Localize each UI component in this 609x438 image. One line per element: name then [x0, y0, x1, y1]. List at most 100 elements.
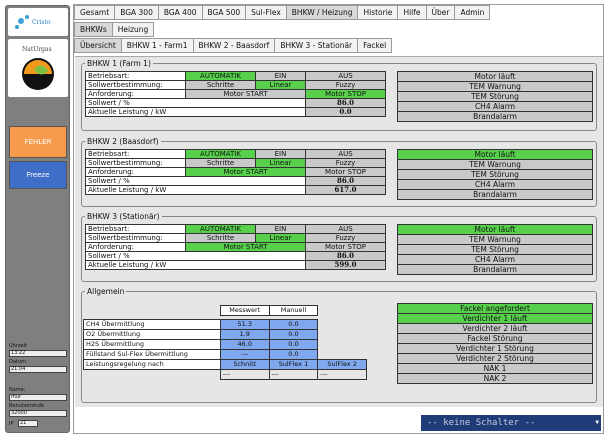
- schritte-button[interactable]: Schritte: [185, 80, 256, 90]
- tab-fackel[interactable]: Fackel: [357, 38, 393, 53]
- tab-bhkws[interactable]: BHKWs: [74, 22, 113, 37]
- fuzzy-button[interactable]: Fuzzy: [305, 233, 386, 243]
- anforderung-label: Anforderung:: [85, 89, 186, 99]
- table-row: Sollwertbestimmung: Schritte Linear Fuzz…: [85, 233, 386, 243]
- chevron-down-icon: ▼: [595, 419, 599, 426]
- motor-stop-button[interactable]: Motor STOP: [305, 89, 386, 99]
- table-row: CH4 Alarm: [397, 101, 593, 112]
- tab-bhkw-2[interactable]: BHKW 2 - Baasdorf: [192, 38, 276, 53]
- cristo-logo-icon: Cristo: [15, 15, 51, 29]
- logo-top: Cristo: [8, 8, 68, 36]
- status-indicator: CH4 Alarm: [397, 101, 593, 112]
- status-indicator: Fackel angefordert: [397, 303, 593, 314]
- table-row: TEM Warnung: [397, 159, 593, 170]
- ein-button[interactable]: EIN: [255, 149, 306, 159]
- tab-bhkw-1[interactable]: BHKW 1 - Farm1: [120, 38, 194, 53]
- cell-empty: [318, 330, 367, 340]
- tab-bga-500[interactable]: BGA 500: [201, 5, 247, 20]
- leistung-value: 599.0: [305, 260, 386, 270]
- tab-bhkw-heizung[interactable]: BHKW / Heizung: [285, 5, 359, 20]
- regel-schnitt-button[interactable]: Schnitt: [219, 359, 270, 370]
- motor-stop-button[interactable]: Motor STOP: [305, 167, 386, 177]
- ein-button[interactable]: EIN: [255, 71, 306, 81]
- fuzzy-button[interactable]: Fuzzy: [305, 80, 386, 90]
- status-indicator: Brandalarm: [397, 189, 593, 200]
- table-row: Aktuelle Leistung / kW 0.0: [85, 107, 386, 117]
- linear-button[interactable]: Linear: [255, 80, 306, 90]
- manuell-field[interactable]: 0.0: [268, 329, 319, 340]
- tab-hilfe[interactable]: Hilfe: [397, 5, 427, 20]
- tab-bhkw-3[interactable]: BHKW 3 - Stationär: [274, 38, 359, 53]
- col-manuell: Manuell: [268, 305, 319, 316]
- linear-button[interactable]: Linear: [255, 158, 306, 168]
- overview-content: BHKW 1 (Farm 1) Betriebsart: AUTOMATIK E…: [75, 56, 603, 407]
- motor-start-button[interactable]: Motor START: [185, 89, 306, 99]
- manuell-field[interactable]: 0.0: [268, 349, 319, 360]
- aus-button[interactable]: AUS: [305, 149, 386, 159]
- freeze-button[interactable]: Freeze: [9, 161, 67, 189]
- automatik-button[interactable]: AUTOMATIK: [185, 149, 256, 159]
- sollwert-label: Sollwert / %: [85, 251, 306, 261]
- cell-empty: [318, 340, 367, 350]
- tab-historie[interactable]: Historie: [357, 5, 399, 20]
- regel-sulflex1-button[interactable]: SulFlex 1: [268, 359, 319, 370]
- manuell-field[interactable]: 0.0: [268, 319, 319, 330]
- motor-stop-button[interactable]: Motor STOP: [305, 242, 386, 252]
- table-row: Verdichter 2 Störung: [397, 353, 593, 364]
- tab-uebersicht[interactable]: Übersicht: [74, 38, 122, 53]
- table-row: TEM Warnung: [397, 81, 593, 92]
- leistung-value: 617.0: [305, 185, 386, 195]
- fuzzy-button[interactable]: Fuzzy: [305, 158, 386, 168]
- messwert-field[interactable]: 46.0: [219, 339, 270, 350]
- switch-selector[interactable]: -- keine Schalter -- ▼: [421, 415, 601, 431]
- time-label: Uhrzeit: [9, 343, 27, 349]
- status-indicator: CH4 Alarm: [397, 179, 593, 190]
- regel-sulflex2-button[interactable]: SulFlex 2: [317, 359, 367, 370]
- table-row: Sollwert / % 86.0: [85, 251, 386, 261]
- status-indicator: TEM Warnung: [397, 159, 593, 170]
- bhkw-title: BHKW 3 (Stationär): [87, 212, 160, 221]
- messwert-field[interactable]: 51.3: [219, 319, 270, 330]
- aus-button[interactable]: AUS: [305, 224, 386, 234]
- tab-heizung[interactable]: Heizung: [111, 22, 155, 37]
- tab-ueber[interactable]: Über: [425, 5, 456, 20]
- manuell-field[interactable]: 0.0: [268, 339, 319, 350]
- table-row: Brandalarm: [397, 264, 593, 275]
- schritte-button[interactable]: Schritte: [185, 158, 256, 168]
- table-row: Brandalarm: [397, 111, 593, 122]
- table-row: TEM Warnung: [397, 234, 593, 245]
- ein-button[interactable]: EIN: [255, 224, 306, 234]
- schritte-button[interactable]: Schritte: [185, 233, 256, 243]
- allgemein-status: Fackel angefordert Verdichter 1 läuft Verd…: [397, 303, 593, 384]
- motor-start-button[interactable]: Motor START: [185, 167, 306, 177]
- table-row: Verdichter 1 Störung: [397, 343, 593, 354]
- tab-sul-flex[interactable]: Sul-Flex: [245, 5, 287, 20]
- fehler-button[interactable]: FEHLER: [9, 126, 67, 158]
- status-indicator: Verdichter 1 Störung: [397, 343, 593, 354]
- cell-empty: [84, 370, 221, 380]
- tab-bga-400[interactable]: BGA 400: [157, 5, 203, 20]
- tab-gesamt[interactable]: Gesamt: [74, 5, 116, 20]
- status-indicator: Verdichter 2 läuft: [397, 323, 593, 334]
- automatik-button[interactable]: AUTOMATIK: [185, 71, 256, 81]
- tab-admin[interactable]: Admin: [454, 5, 491, 20]
- tab-bga-300[interactable]: BGA 300: [114, 5, 159, 20]
- table-row: Betriebsart: AUTOMATIK EIN AUS: [85, 224, 386, 234]
- leistung-label: Aktuelle Leistung / kW: [85, 185, 306, 195]
- status-indicator: Motor läuft: [397, 71, 593, 82]
- aus-button[interactable]: AUS: [305, 71, 386, 81]
- table-row: CH4 Übermittlung 51.3 0.0: [83, 319, 367, 330]
- bhkw-control-table: Betriebsart: AUTOMATIK EIN AUS Sollwertb…: [85, 71, 386, 117]
- motor-start-button[interactable]: Motor START: [185, 242, 306, 252]
- cell-empty: [318, 320, 367, 330]
- logo-top-text: Cristo: [32, 19, 51, 26]
- automatik-button[interactable]: AUTOMATIK: [185, 224, 256, 234]
- header-spacer: [84, 306, 221, 316]
- row-label: CH4 Übermittlung: [83, 319, 221, 330]
- selector-value: -- keine Schalter --: [427, 418, 536, 428]
- table-row: TEM Störung: [397, 169, 593, 180]
- messwert-field[interactable]: ---: [219, 349, 270, 360]
- messwert-field[interactable]: 1.9: [219, 329, 270, 340]
- sollwert-label: Sollwert / %: [85, 176, 306, 186]
- linear-button[interactable]: Linear: [255, 233, 306, 243]
